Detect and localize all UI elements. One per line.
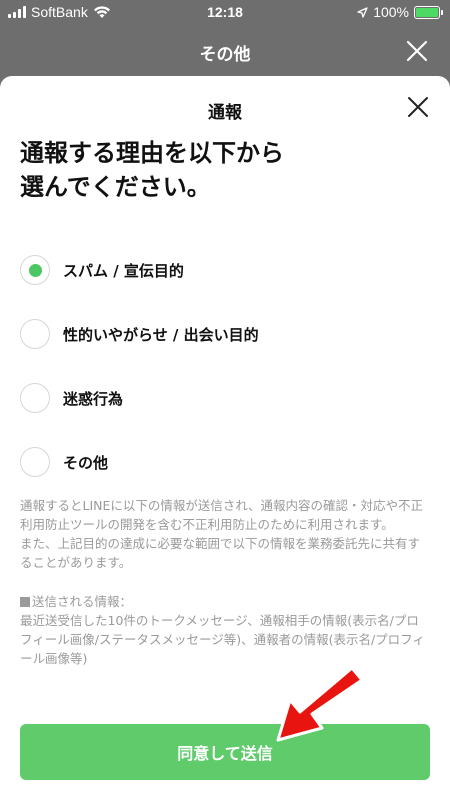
option-label: その他 <box>63 453 109 472</box>
privacy-notice: 通報するとLINEに以下の情報が送信され、通報内容の確認・対応や不正利用防止ツー… <box>20 496 430 668</box>
sent-info-title-text: 送信される情報： <box>32 594 133 609</box>
sent-info-title: 送信される情報： <box>20 592 430 611</box>
notice-text-1: 通報するとLINEに以下の情報が送信され、通報内容の確認・対応や不正利用防止ツー… <box>20 498 424 532</box>
option-label: 性的いやがらせ / 出会い目的 <box>63 325 259 344</box>
radio-selected[interactable] <box>20 255 50 285</box>
square-bullet-icon <box>20 597 30 607</box>
status-bar: SoftBank 12:18 100% <box>0 0 450 26</box>
report-sheet: 通報 通報する理由を以下から 選んでください。 スパム / 宣伝目的 性的いやが… <box>0 76 450 800</box>
radio-unselected[interactable] <box>20 383 50 413</box>
location-arrow-icon <box>357 6 368 18</box>
sent-info-body: 最近送受信した10件のトークメッセージ、通報相手の情報(表示名/プロフィール画像… <box>20 613 425 666</box>
radio-unselected[interactable] <box>20 319 50 349</box>
sheet-title: 通報 <box>208 103 242 123</box>
option-nuisance[interactable]: 迷惑行為 <box>20 366 430 430</box>
notice-text-2: また、上記目的の達成に必要な範囲で以下の情報を業務委託先に共有することがあります… <box>20 536 421 570</box>
close-icon[interactable] <box>406 95 430 119</box>
page-heading: 通報する理由を以下から 選んでください。 <box>20 139 284 201</box>
option-label: スパム / 宣伝目的 <box>63 261 184 280</box>
reason-options: スパム / 宣伝目的 性的いやがらせ / 出会い目的 迷惑行為 その他 <box>20 238 430 494</box>
option-spam[interactable]: スパム / 宣伝目的 <box>20 238 430 302</box>
option-label: 迷惑行為 <box>63 389 124 408</box>
background-title: その他 <box>199 45 251 65</box>
battery-charging-icon <box>414 5 443 19</box>
battery-percent: 100% <box>373 4 409 20</box>
radio-unselected[interactable] <box>20 447 50 477</box>
background-close-icon[interactable] <box>406 40 428 62</box>
option-sexual-harassment[interactable]: 性的いやがらせ / 出会い目的 <box>20 302 430 366</box>
background-header: その他 <box>0 26 450 76</box>
agree-and-send-button[interactable]: 同意して送信 <box>20 724 430 780</box>
red-arrow-icon <box>276 666 364 742</box>
option-other[interactable]: その他 <box>20 430 430 494</box>
radio-dot-icon <box>28 263 42 277</box>
